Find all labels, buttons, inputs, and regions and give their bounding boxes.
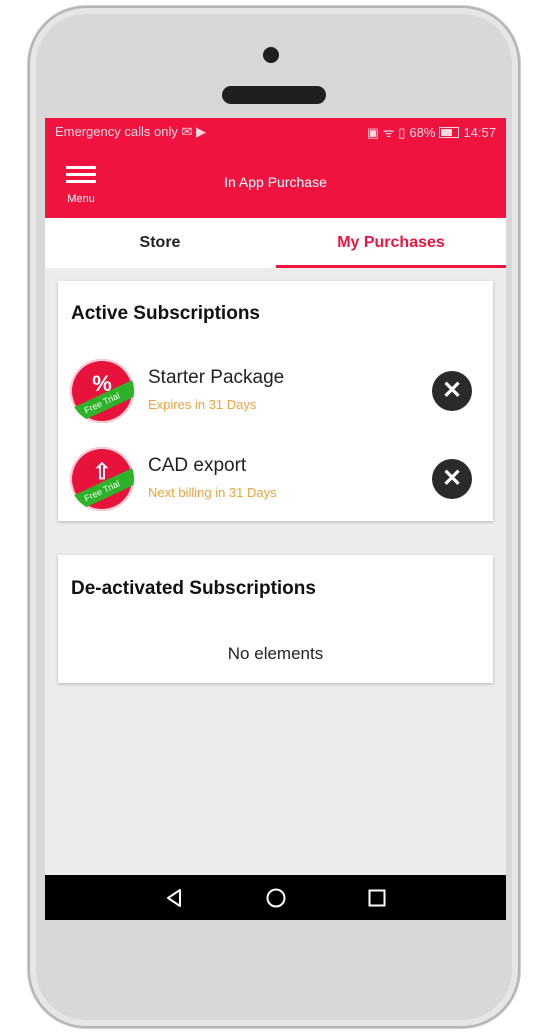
subscription-item: ⇧ Free Trial CAD export Next billing in … (58, 441, 493, 521)
screen: Emergency calls only ✉ ▶ ▣ ᯤ ▯ 68% 14:57… (45, 118, 506, 920)
close-icon: ✕ (441, 377, 463, 404)
tab-indicator (276, 265, 506, 268)
subscription-note: Expires in 31 Days (148, 397, 257, 412)
battery-percent: 68% (409, 124, 436, 140)
subscription-note: Next billing in 31 Days (148, 485, 277, 500)
front-camera (263, 47, 279, 63)
status-right: ▣ ᯤ ▯ 68% 14:57 (367, 123, 496, 141)
empty-state-text: No elements (227, 644, 324, 663)
cancel-subscription-button[interactable]: ✕ (432, 459, 472, 499)
active-subscriptions-title: Active Subscriptions (71, 303, 260, 324)
subscription-item: % Free Trial Starter Package Expires in … (58, 353, 493, 433)
subscription-name: CAD export (148, 455, 247, 476)
app-bar: Menu In App Purchase (45, 146, 506, 218)
status-bar: Emergency calls only ✉ ▶ ▣ ᯤ ▯ 68% 14:57 (45, 118, 506, 146)
battery-icon (439, 126, 460, 138)
back-icon[interactable] (163, 887, 185, 909)
app-title: In App Purchase (224, 174, 327, 190)
system-nav-bar (45, 875, 506, 920)
clock: 14:57 (463, 124, 496, 140)
home-icon[interactable] (265, 887, 287, 909)
tab-store[interactable]: Store (45, 218, 275, 268)
cancel-subscription-button[interactable]: ✕ (432, 371, 472, 411)
tab-my-purchases[interactable]: My Purchases (276, 218, 506, 268)
hamburger-icon (66, 166, 96, 169)
export-icon: ⇧ Free Trial (70, 447, 134, 511)
active-subscriptions-card: Active Subscriptions % Free Trial Starte… (58, 281, 493, 521)
deactivated-subscriptions-title: De-activated Subscriptions (71, 578, 316, 599)
carrier-text: Emergency calls only (55, 124, 178, 139)
recent-apps-icon[interactable] (368, 889, 386, 907)
notification-icons: ✉ ▶ (181, 124, 206, 139)
percent-icon: % Free Trial (70, 359, 134, 423)
menu-label: Menu (67, 193, 95, 205)
deactivated-subscriptions-card: De-activated Subscriptions No elements (58, 555, 493, 683)
signal-icons: ▣ ᯤ ▯ (366, 125, 406, 140)
subscription-name: Starter Package (148, 367, 285, 388)
close-icon: ✕ (441, 465, 463, 492)
earpiece-speaker (222, 86, 326, 104)
tab-bar: Store My Purchases (45, 218, 506, 268)
status-left: Emergency calls only ✉ ▶ (55, 124, 367, 140)
